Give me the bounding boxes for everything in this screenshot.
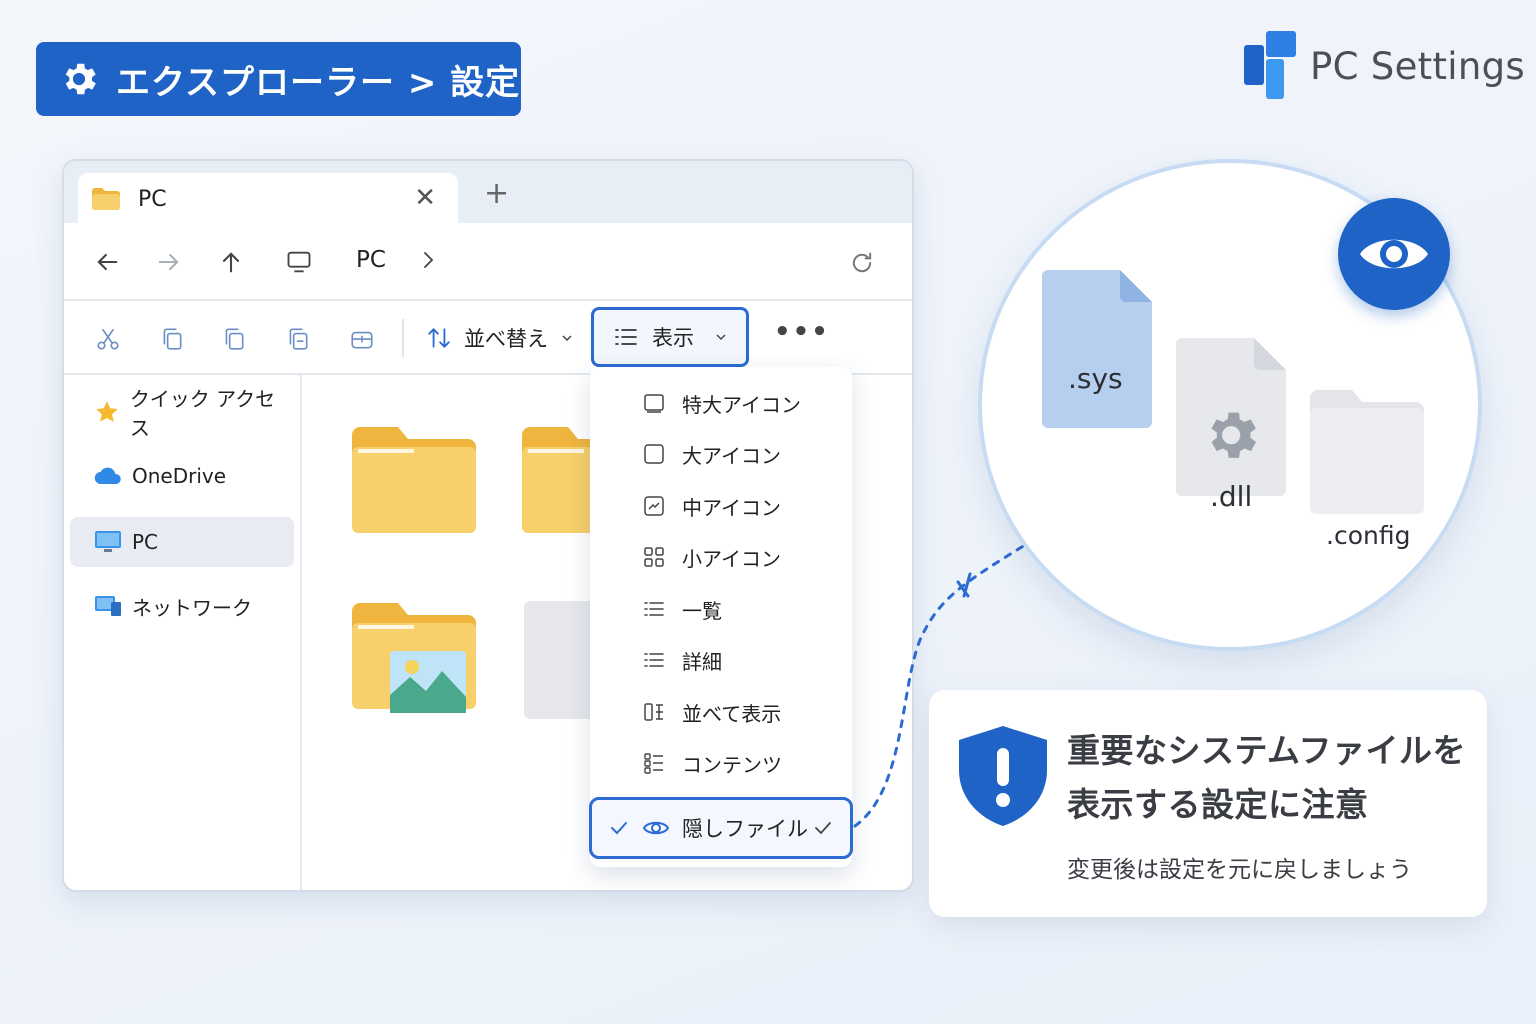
warning-card: 重要なシステムファイルを 表示する設定に注意 変更後は設定を元に戻しましょう — [929, 690, 1487, 917]
config-extension: .config — [1326, 521, 1411, 550]
warning-subtext: 変更後は設定を元に戻しましょう — [1067, 857, 1412, 883]
config-folder-icon — [1310, 390, 1424, 514]
shield-warning-icon — [959, 726, 1047, 826]
dll-file-icon — [1176, 338, 1286, 496]
sys-extension: .sys — [1068, 362, 1123, 395]
eye-icon — [1360, 239, 1428, 269]
warning-headline: 重要なシステムファイルを 表示する設定に注意 — [1067, 724, 1477, 832]
warning-headline-line-1: 重要なシステムファイルを — [1067, 731, 1467, 770]
warning-headline-line-2: 表示する設定に注意 — [1067, 785, 1369, 824]
sys-file-icon — [1042, 270, 1152, 428]
eye-badge — [1338, 198, 1450, 310]
dll-extension: .dll — [1210, 480, 1253, 513]
